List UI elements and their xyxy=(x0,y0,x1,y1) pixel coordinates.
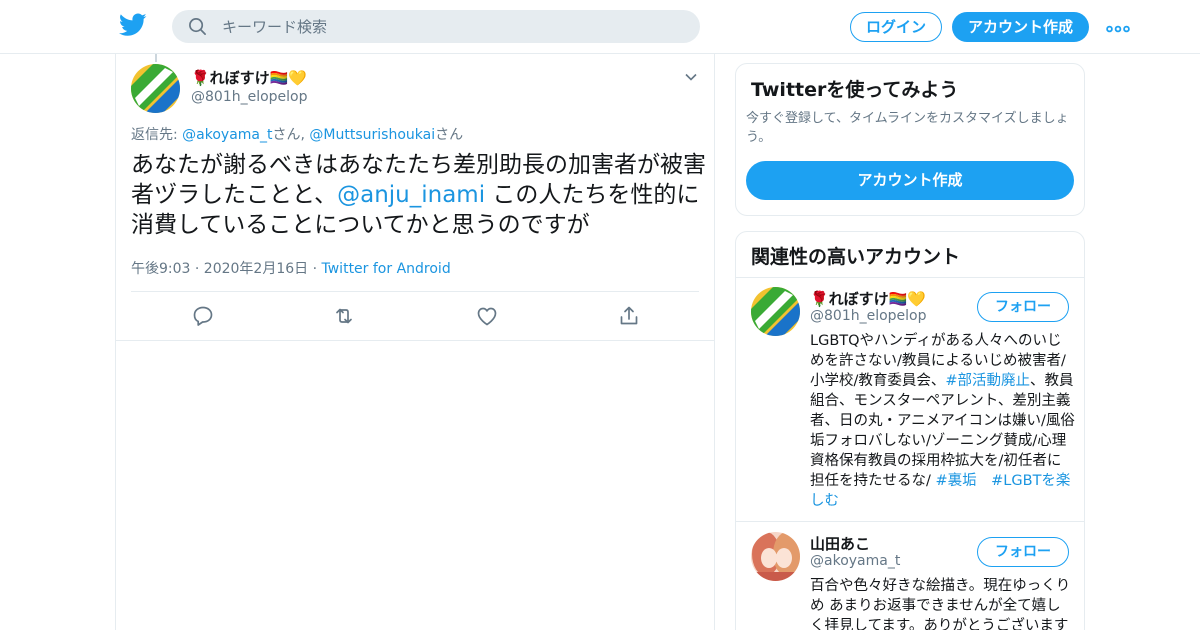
hashtag-link[interactable]: #部活動廃止 xyxy=(945,373,1030,389)
search-input[interactable] xyxy=(222,10,682,43)
twitter-bird-icon[interactable] xyxy=(118,13,147,37)
follow-button[interactable]: フォロー xyxy=(977,537,1069,567)
account-name[interactable]: 🌹れぼすけ🏳️‍🌈💛 xyxy=(810,288,926,309)
bio-text: 百合や色々好きな絵描き。現在ゆっくりめ あまりお返事できませんが全て嬉しく拝見し… xyxy=(810,578,1071,630)
reply-to-user-link[interactable]: @akoyama_t xyxy=(182,127,272,143)
tweet-column: 🌹れぼすけ🏳️‍🌈💛 @801h_elopelop 返信先: @akoyama_… xyxy=(115,54,715,630)
account-bio: LGBTQやハンディがある人々へのいじめを許さない/教員によるいじめ被害者/小学… xyxy=(810,331,1075,511)
login-button[interactable]: ログイン xyxy=(850,12,942,42)
bio-text: 、教員組合、モンスターペアレント、差別主義者、日の丸・アニメアイコンは嫌い/風俗… xyxy=(810,373,1075,489)
related-accounts-card: 関連性の高いアカウント 🌹れぼすけ🏳️‍🌈💛 @801h_elopelop フォ… xyxy=(735,231,1085,630)
reply-to-suffix: さん, xyxy=(272,127,310,143)
reply-to-suffix: さん xyxy=(435,127,464,143)
avatar[interactable] xyxy=(131,64,180,113)
meta-separator: · xyxy=(308,261,322,277)
divider xyxy=(736,521,1084,522)
reply-to-line: 返信先: @akoyama_tさん, @Muttsurishoukaiさん xyxy=(131,124,463,144)
account-handle[interactable]: @akoyama_t xyxy=(810,553,900,569)
divider xyxy=(131,291,699,292)
retweet-icon[interactable] xyxy=(332,304,356,328)
signup-button[interactable]: アカウント作成 xyxy=(952,12,1089,42)
hashtag-link[interactable]: #裏垢 xyxy=(936,473,977,489)
signup-promo-card: Twitterを使ってみよう 今すぐ登録して、タイムラインをカスタマイズしましょ… xyxy=(735,63,1085,216)
avatar[interactable] xyxy=(751,287,800,336)
account-bio: 百合や色々好きな絵描き。現在ゆっくりめ あまりお返事できませんが全て嬉しく拝見し… xyxy=(810,576,1075,630)
divider xyxy=(116,340,714,341)
related-accounts-title: 関連性の高いアカウント xyxy=(751,246,961,268)
search-bar[interactable] xyxy=(172,10,700,43)
share-icon[interactable] xyxy=(617,304,641,328)
divider xyxy=(736,277,1084,278)
tweet-timestamp[interactable]: 午後9:03 · 2020年2月16日 xyxy=(131,261,308,277)
mention-link[interactable]: @anju_inami xyxy=(337,182,485,208)
search-icon xyxy=(188,17,207,36)
follow-button[interactable]: フォロー xyxy=(977,292,1069,322)
chevron-down-icon[interactable] xyxy=(684,69,698,83)
avatar[interactable] xyxy=(751,532,800,581)
tweet-metadata: 午後9:03 · 2020年2月16日 · Twitter for Androi… xyxy=(131,258,451,278)
top-navigation-bar: ログイン アカウント作成 xyxy=(0,0,1200,54)
tweet-text: あなたが謝るべきはあなたたち差別助長の加害者が被害者ヅラしたことと、@anju_… xyxy=(131,150,706,240)
tweet-author-name[interactable]: 🌹れぼすけ🏳️‍🌈💛 xyxy=(191,67,307,88)
thread-connector xyxy=(155,54,157,62)
signup-card-description: 今すぐ登録して、タイムラインをカスタマイズしましょう。 xyxy=(746,111,1069,145)
bio-separator xyxy=(977,473,992,489)
account-handle[interactable]: @801h_elopelop xyxy=(810,308,927,324)
account-name[interactable]: 山田あこ xyxy=(810,533,870,554)
more-dots-icon[interactable] xyxy=(1106,18,1130,36)
reply-icon[interactable] xyxy=(191,304,215,328)
signup-card-title: Twitterを使ってみよう xyxy=(751,79,959,101)
like-icon[interactable] xyxy=(475,304,499,328)
reply-to-prefix: 返信先: xyxy=(131,127,183,143)
create-account-button[interactable]: アカウント作成 xyxy=(746,161,1074,200)
tweet-author-handle[interactable]: @801h_elopelop xyxy=(191,89,308,105)
reply-to-user-link[interactable]: @Muttsurishoukai xyxy=(309,127,435,143)
tweet-source-link[interactable]: Twitter for Android xyxy=(322,261,451,277)
